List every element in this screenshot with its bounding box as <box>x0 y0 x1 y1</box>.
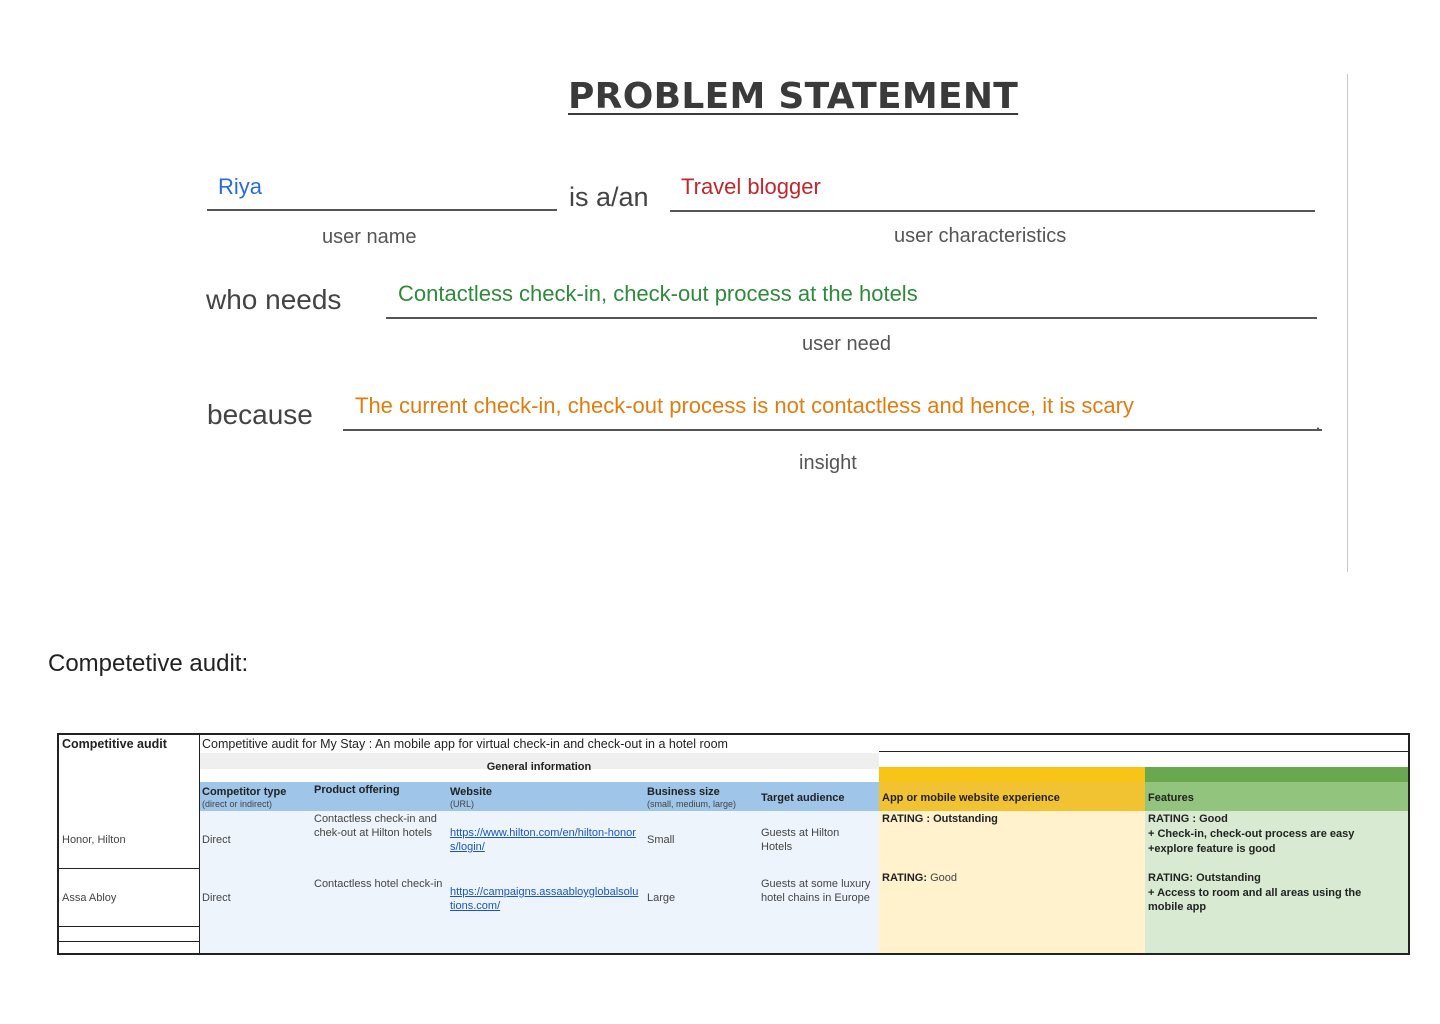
user-name-line <box>207 209 557 211</box>
page-title: PROBLEM STATEMENT <box>568 76 1019 117</box>
row1-competitor-name: Honor, Hilton <box>62 834 126 846</box>
row1-features-rating: RATING : Good <box>1148 813 1228 825</box>
insight-line <box>343 429 1322 431</box>
row-divider-2 <box>59 926 199 927</box>
header-business-size-sub: (small, medium, large) <box>647 799 737 809</box>
experience-top-band <box>879 767 1145 782</box>
header-website-sub: (URL) <box>450 799 474 809</box>
row2-product-offering: Contactless hotel check-in <box>314 878 443 890</box>
user-characteristics-caption: user characteristics <box>894 225 1067 247</box>
row-divider-1 <box>59 868 199 869</box>
vertical-divider <box>1347 74 1348 572</box>
is-a-label: is a/an <box>569 182 649 212</box>
user-name-value: Riya <box>218 174 263 199</box>
header-competitor-type: Competitor type (direct or indirect) <box>202 785 286 809</box>
user-need-caption: user need <box>802 333 891 355</box>
user-name-caption: user name <box>322 226 417 248</box>
competitive-audit-table: Competitive audit Competitive audit for … <box>57 733 1410 955</box>
row2-features-line1: + Access to room and all areas using the… <box>1148 887 1362 913</box>
row2-competitor-type: Direct <box>202 892 231 904</box>
header-website-label: Website <box>450 786 492 798</box>
user-need-value: Contactless check-in, check-out process … <box>398 281 918 306</box>
table-corner-label: Competitive audit <box>62 737 167 751</box>
row2-experience-rating: RATING: Good <box>882 871 957 885</box>
row1-target-audience: Guests at Hilton Hotels <box>761 827 840 853</box>
user-characteristics-value: Travel blogger <box>681 174 821 199</box>
row2-website-link[interactable]: https://campaigns.assaabloyglobalsolutio… <box>450 885 640 913</box>
header-business-size: Business size (small, medium, large) <box>647 785 736 809</box>
competitive-audit-heading: Competetive audit: <box>48 650 249 677</box>
row1-experience-rating: RATING : Outstanding <box>882 813 998 825</box>
general-information-header: General information <box>486 761 592 773</box>
who-needs-label: who needs <box>206 284 342 315</box>
row1-features-line2: +explore feature is good <box>1148 843 1276 855</box>
features-top-band <box>1145 767 1408 782</box>
user-need-line <box>386 317 1317 319</box>
row1-product-offering: Contactless check-in and chek-out at Hil… <box>314 813 437 839</box>
row2-experience-rating-value: Good <box>927 872 957 884</box>
row1-website-link[interactable]: https://www.hilton.com/en/hilton-honors/… <box>450 826 640 854</box>
row2-features-rating: RATING: Outstanding <box>1148 872 1261 884</box>
header-product-offering: Product offering <box>314 784 400 796</box>
row-divider-3 <box>59 941 199 942</box>
row2-target-audience: Guests at some luxury hotel chains in Eu… <box>761 878 871 904</box>
caption-underline <box>879 751 1408 752</box>
user-characteristics-line <box>670 210 1315 212</box>
header-website: Website (URL) <box>450 785 492 809</box>
row2-competitor-name: Assa Abloy <box>62 892 117 904</box>
table-caption: Competitive audit for My Stay : An mobil… <box>202 737 728 751</box>
row1-features-line1: + Check-in, check-out process are easy <box>1148 828 1355 840</box>
header-competitor-type-sub: (direct or indirect) <box>202 799 273 809</box>
insight-value: The current check-in, check-out process … <box>355 393 1134 418</box>
because-label: because <box>207 399 313 430</box>
insight-caption: insight <box>799 452 857 474</box>
row2-experience-rating-label: RATING: <box>882 872 928 884</box>
header-features: Features <box>1148 792 1194 804</box>
header-business-size-label: Business size <box>647 786 720 798</box>
header-target-audience: Target audience <box>761 792 845 804</box>
row2-business-size: Large <box>647 892 676 904</box>
header-app-experience: App or mobile website experience <box>882 792 1060 804</box>
row1-competitor-type: Direct <box>202 834 231 846</box>
row1-business-size: Small <box>647 834 675 846</box>
insight-period: . <box>1315 410 1322 435</box>
header-competitor-type-label: Competitor type <box>202 786 287 798</box>
